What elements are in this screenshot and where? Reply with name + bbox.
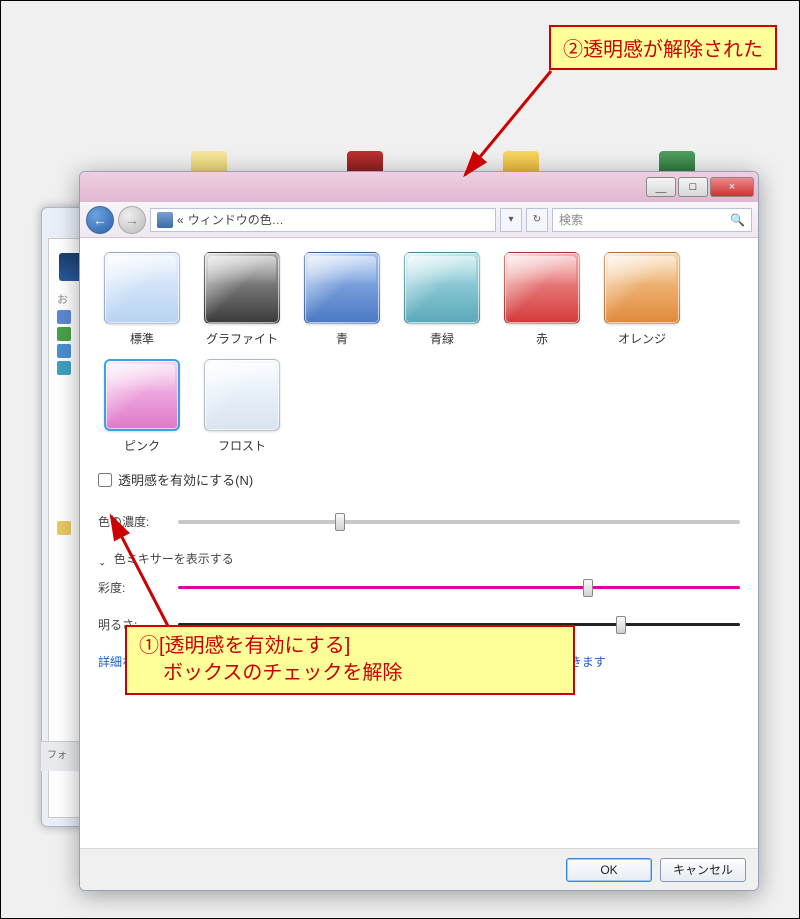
enable-transparency-row[interactable]: 透明感を有効にする(N) <box>98 470 740 489</box>
color-swatch-grid: 標準 グラファイト 青 青緑 赤 オレンジ ピンク フロスト <box>98 252 740 454</box>
close-button[interactable]: × <box>710 177 754 197</box>
search-box[interactable]: 検索 🔍 <box>552 208 752 232</box>
swatch-graphite <box>204 252 280 324</box>
cancel-button[interactable]: キャンセル <box>660 858 746 882</box>
color-graphite[interactable]: グラファイト <box>198 252 286 347</box>
saturation-slider[interactable] <box>178 586 740 589</box>
color-mixer-expander[interactable]: 色ミキサーを表示する <box>98 550 740 567</box>
search-icon: 🔍 <box>730 213 745 227</box>
enable-transparency-label: 透明感を有効にする(N) <box>118 470 253 489</box>
address-bar[interactable]: « ウィンドウの色… <box>150 208 496 232</box>
saturation-thumb[interactable] <box>583 579 593 597</box>
search-placeholder: 検索 <box>559 211 583 228</box>
intensity-label: 色の濃度: <box>98 513 168 530</box>
window-color-dialog: ＿ □ × ← → « ウィンドウの色… ▾ ↻ 検索 🔍 標準 グラファイト … <box>79 171 759 891</box>
swatch-standard <box>104 252 180 324</box>
titlebar: ＿ □ × <box>80 172 758 202</box>
intensity-slider-row: 色の濃度: <box>98 513 740 530</box>
dialog-buttonbar: OK キャンセル <box>80 848 758 890</box>
refresh-button[interactable]: ↻ <box>526 208 548 232</box>
color-frost[interactable]: フロスト <box>198 359 286 454</box>
intensity-slider[interactable] <box>178 520 740 524</box>
ok-button[interactable]: OK <box>566 858 652 882</box>
saturation-label: 彩度: <box>98 579 168 596</box>
nav-toolbar: ← → « ウィンドウの色… ▾ ↻ 検索 🔍 <box>80 202 758 238</box>
intensity-thumb[interactable] <box>335 513 345 531</box>
color-standard[interactable]: 標準 <box>98 252 186 347</box>
arrow-left-icon: ← <box>93 212 107 228</box>
arrow-right-icon: → <box>125 212 139 228</box>
swatch-frost <box>204 359 280 431</box>
annotation-transparency-disabled: ②透明感が解除された <box>549 25 777 70</box>
saturation-slider-row: 彩度: <box>98 579 740 596</box>
brightness-thumb[interactable] <box>616 616 626 634</box>
color-blue[interactable]: 青 <box>298 252 386 347</box>
color-red[interactable]: 赤 <box>498 252 586 347</box>
address-dropdown-button[interactable]: ▾ <box>500 208 522 232</box>
maximize-button[interactable]: □ <box>678 177 708 197</box>
swatch-red <box>504 252 580 324</box>
swatch-teal <box>404 252 480 324</box>
enable-transparency-checkbox[interactable] <box>98 473 112 487</box>
swatch-orange <box>604 252 680 324</box>
chevron-down-icon: ▾ <box>508 214 513 225</box>
swatch-pink-selected <box>104 359 180 431</box>
dialog-content: 標準 グラファイト 青 青緑 赤 オレンジ ピンク フロスト 透明感を有効にする… <box>80 238 758 848</box>
color-orange[interactable]: オレンジ <box>598 252 686 347</box>
swatch-blue <box>304 252 380 324</box>
breadcrumb-text: ウィンドウの色… <box>188 211 284 228</box>
annotation-uncheck-box: ①[透明感を有効にする] ボックスのチェックを解除 <box>125 625 575 695</box>
nav-back-button[interactable]: ← <box>86 206 114 234</box>
minimize-button[interactable]: ＿ <box>646 177 676 197</box>
nav-forward-button[interactable]: → <box>118 206 146 234</box>
location-icon <box>157 212 173 228</box>
color-teal[interactable]: 青緑 <box>398 252 486 347</box>
breadcrumb-prefix: « <box>177 213 184 227</box>
refresh-icon: ↻ <box>533 214 541 225</box>
color-pink[interactable]: ピンク <box>98 359 186 454</box>
